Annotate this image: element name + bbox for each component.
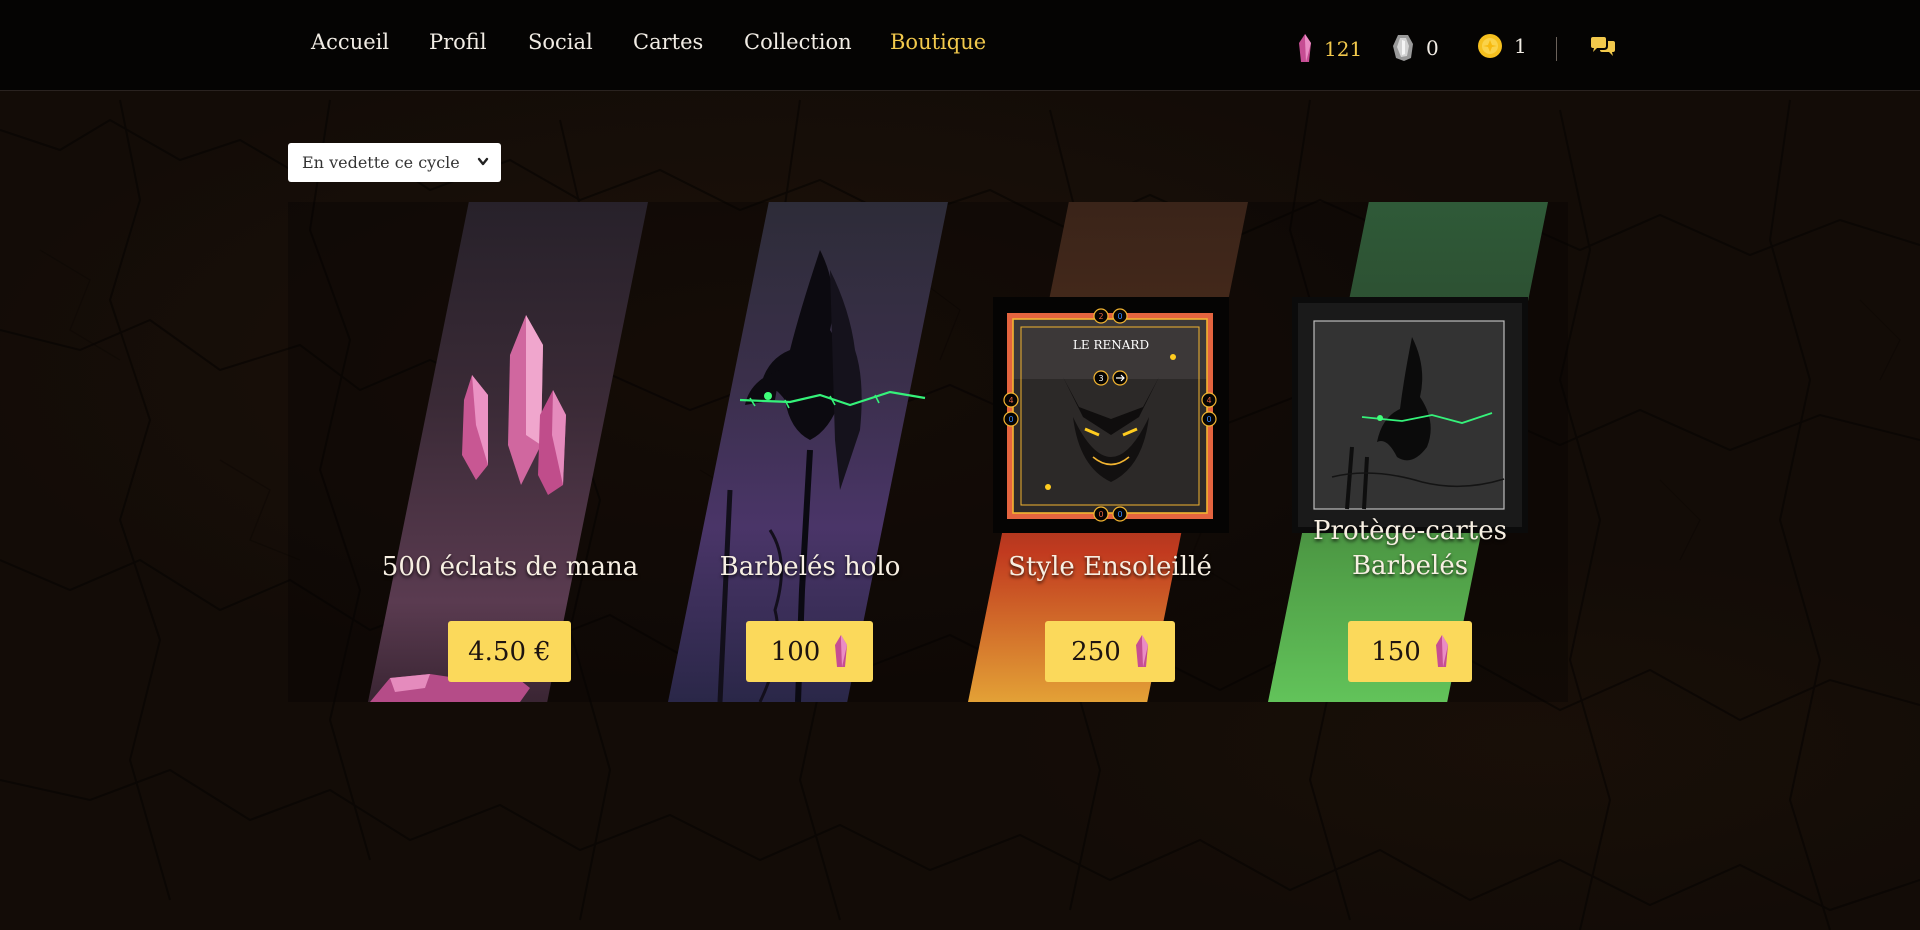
mana-crystals-icon (462, 315, 566, 495)
buy-button-barbed-holo[interactable]: 100 (746, 621, 873, 682)
price-label: 250 (1071, 636, 1121, 667)
coin-count: 1 (1514, 34, 1527, 58)
mana-crystal-icon (1135, 634, 1148, 667)
mana-counter: 121 (1298, 34, 1362, 64)
shard-count: 0 (1426, 36, 1439, 60)
coin-counter: 1 (1478, 34, 1527, 58)
gold-coin-icon (1478, 34, 1502, 58)
chat-icon[interactable] (1590, 37, 1616, 59)
card-stat-right-top: 4 (1206, 396, 1211, 405)
buy-button-mana[interactable]: 4.50 € (448, 621, 571, 682)
card-stat-left-top: 4 (1008, 396, 1013, 405)
mana-crystal-icon (1299, 34, 1311, 62)
card-name: LE RENARD (1073, 338, 1149, 352)
card-stat-right-bottom: 0 (1206, 415, 1211, 424)
card-sleeve-preview (1292, 297, 1528, 533)
top-navbar: Accueil Profil Social Cartes Collection … (0, 0, 1920, 91)
price-label: 4.50 € (468, 636, 551, 667)
item-title-sleeve: Protège-cartes Barbelés (1313, 516, 1507, 581)
nav-link-cartes[interactable]: Cartes (633, 30, 703, 54)
price-label: 150 (1371, 636, 1421, 667)
card-stat-top-left: 2 (1098, 312, 1103, 321)
shop-filter-value: En vedette ce cycle (302, 153, 460, 172)
nav-link-accueil[interactable]: Accueil (311, 30, 389, 54)
item-title-barbed-holo: Barbelés holo (719, 552, 901, 582)
card-stat-left-bottom: 0 (1008, 415, 1013, 424)
buy-button-sunny-style[interactable]: 250 (1045, 621, 1175, 682)
nav-link-boutique[interactable]: Boutique (890, 30, 986, 54)
nav-link-profil[interactable]: Profil (429, 30, 487, 54)
item-title-mana: 500 éclats de mana (381, 552, 639, 582)
shop-filter-select[interactable]: En vedette ce cycle (288, 143, 501, 182)
price-label: 100 (770, 636, 821, 667)
mana-crystal-icon (835, 634, 848, 667)
card-stat-bottom-right: 0 (1117, 510, 1122, 519)
chevron-down-icon (477, 157, 489, 166)
card-stat-bottom-left: 0 (1098, 510, 1103, 519)
fox-card-preview: LE RENARD 2 0 3 4 0 4 0 0 0 (993, 297, 1229, 533)
nav-divider (1556, 37, 1557, 61)
card-stat-top-right: 0 (1117, 312, 1122, 321)
mana-count: 121 (1324, 37, 1363, 61)
nav-link-collection[interactable]: Collection (744, 30, 852, 54)
item-title-sunny-style: Style Ensoleillé (1008, 552, 1212, 582)
shard-counter: 0 (1392, 34, 1439, 62)
nav-link-social[interactable]: Social (528, 30, 593, 54)
buy-button-sleeve[interactable]: 150 (1348, 621, 1472, 682)
silver-shard-icon (1393, 35, 1413, 61)
card-cost: 3 (1098, 374, 1103, 383)
mana-crystal-icon (1435, 634, 1448, 667)
